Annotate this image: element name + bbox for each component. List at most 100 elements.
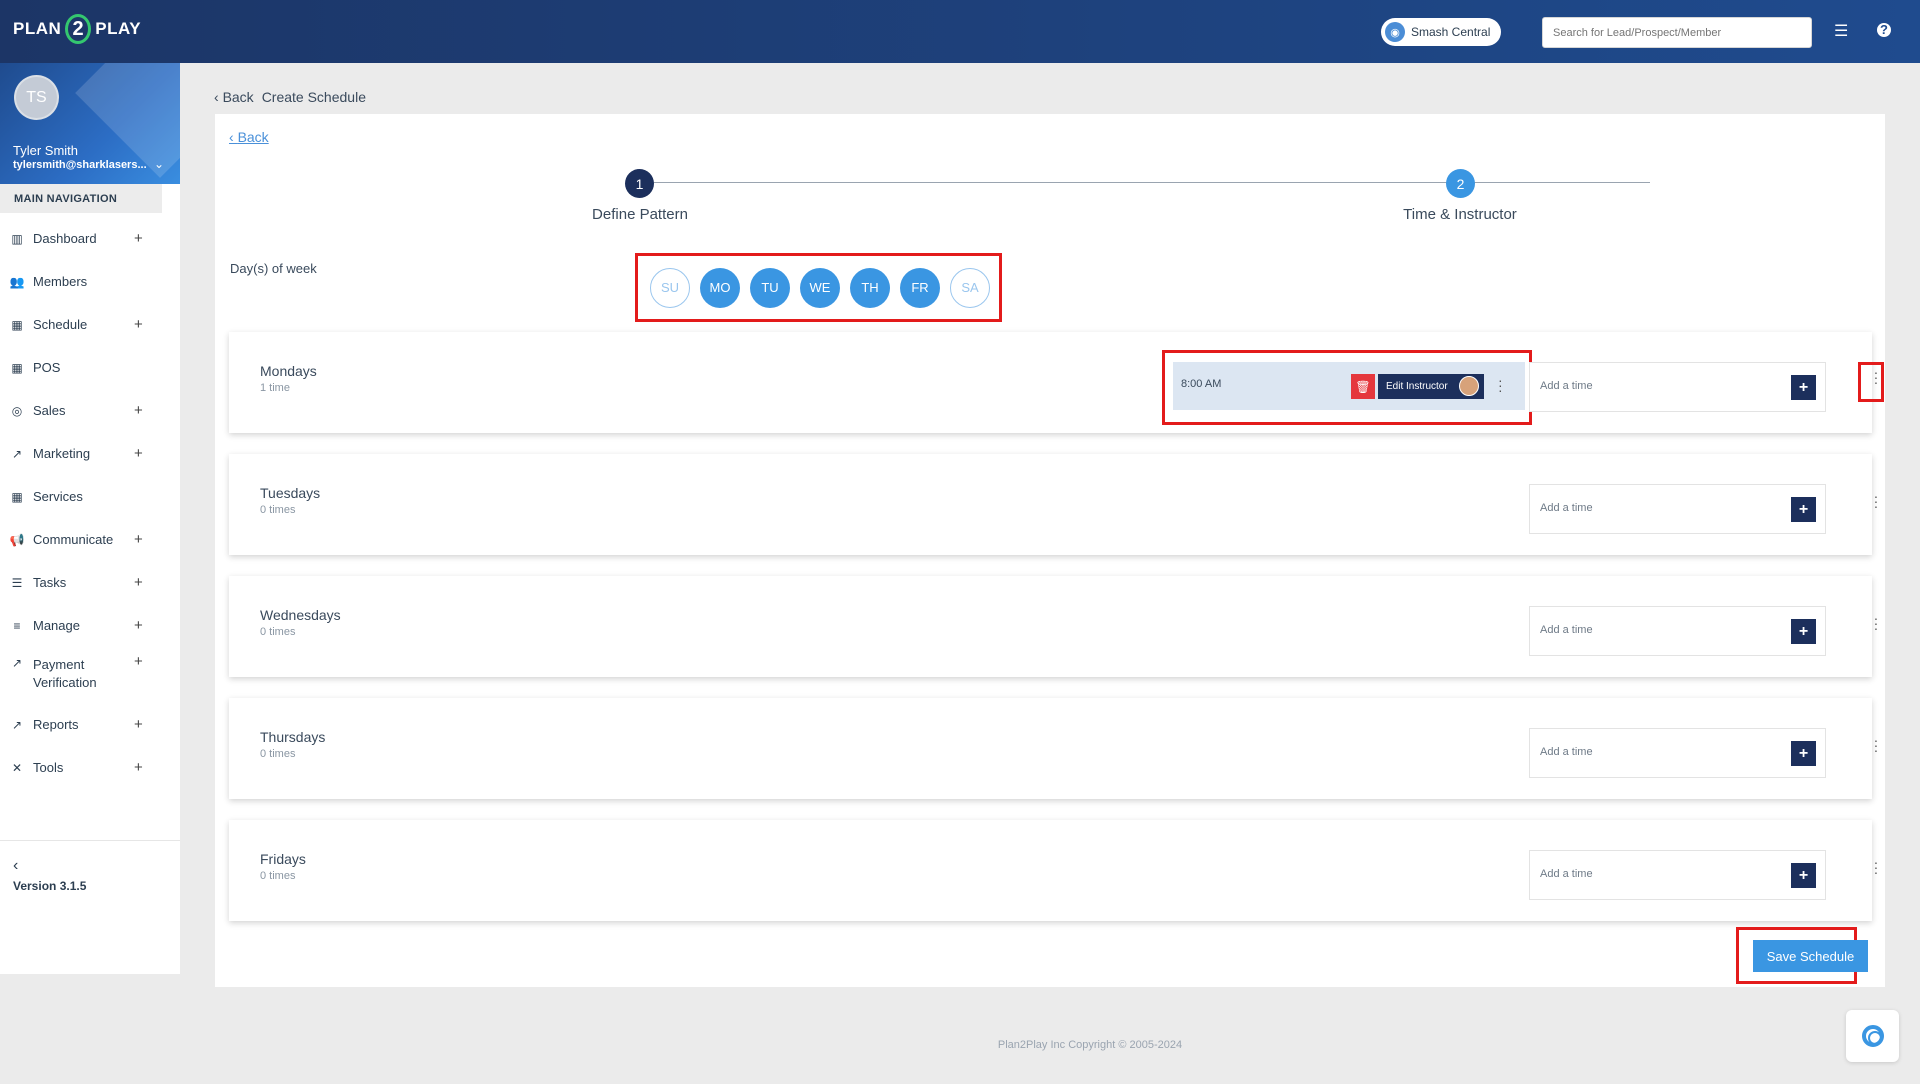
sidebar-item-label: Dashboard [33, 231, 97, 246]
add-time-button[interactable]: + [1791, 741, 1816, 766]
instructor-avatar [1459, 376, 1479, 396]
sidebar-item-manage[interactable]: ≡ Manage + [0, 604, 180, 647]
chevron-down-icon[interactable]: ⌄ [154, 157, 164, 171]
expand-plus-icon[interactable]: + [134, 230, 143, 247]
save-schedule-button[interactable]: Save Schedule [1753, 940, 1868, 972]
day-row-thursday: Thursdays 0 times Add a time + · · · [229, 698, 1878, 799]
add-time-field[interactable]: Add a time + [1529, 850, 1826, 900]
sidebar-item-schedule[interactable]: ▦ Schedule + [0, 303, 180, 346]
breadcrumb: ‹ Back Create Schedule [214, 89, 366, 105]
day-row-name: Tuesdays [260, 485, 321, 501]
sidebar-item-tools[interactable]: ✕ Tools + [0, 746, 180, 789]
sidebar-item-communicate[interactable]: 📢 Communicate + [0, 518, 180, 561]
location-selector[interactable]: ◉ Smash Central [1381, 18, 1502, 46]
edit-instructor-button[interactable]: Edit Instructor [1378, 374, 1484, 399]
sidebar-item-label: Sales [33, 403, 66, 418]
expand-plus-icon[interactable]: + [134, 531, 143, 548]
day-toggle-sa[interactable]: SA [950, 267, 990, 308]
sidebar-item-label: Payment Verification [33, 657, 97, 690]
support-lifebuoy-button[interactable] [1846, 1010, 1899, 1062]
sidebar-item-dashboard[interactable]: ▥ Dashboard + [0, 217, 180, 260]
add-time-field[interactable]: Add a time + [1529, 484, 1826, 534]
trash-icon[interactable]: 🗑 [1351, 374, 1375, 399]
slot-more-icon[interactable]: · · · [1498, 373, 1503, 397]
day-row-count: 0 times [260, 748, 296, 760]
day-toggle-we[interactable]: WE [800, 267, 840, 308]
day-row-count: 0 times [260, 504, 296, 516]
line-chart-icon: ↗ [11, 446, 23, 461]
sidebar-footer: ‹ Version 3.1.5 [0, 840, 180, 974]
add-time-placeholder: Add a time [1540, 868, 1593, 880]
time-slot-time: 8:00 AM [1181, 378, 1222, 390]
sidebar-item-services[interactable]: ▦ Services [0, 475, 180, 518]
sidebar-item-pos[interactable]: ▦ POS [0, 346, 180, 389]
day-toggle-su[interactable]: SU [650, 267, 690, 308]
sidebar-item-label: POS [33, 360, 61, 375]
line-chart-icon: ↗ [11, 717, 23, 732]
expand-plus-icon[interactable]: + [134, 759, 143, 776]
avatar[interactable]: TS [14, 75, 59, 120]
day-toggle-mo[interactable]: MO [700, 267, 740, 308]
add-time-button[interactable]: + [1791, 375, 1816, 400]
day-toggle-th[interactable]: TH [850, 267, 890, 308]
member-search-input[interactable] [1542, 17, 1812, 48]
globe-icon: ◉ [1385, 22, 1405, 42]
sidebar-item-payment-verification[interactable]: ↗ Payment Verification + [0, 647, 180, 703]
sidebar-item-label: Communicate [33, 532, 114, 547]
sidebar-item-label: Schedule [33, 317, 88, 332]
time-slot-highlight: 8:00 AM 🗑 Edit Instructor · · · [1162, 350, 1532, 425]
step-1-circle[interactable]: 1 [625, 169, 654, 198]
sidebar-item-reports[interactable]: ↗ Reports + [0, 703, 180, 746]
sidebar: TS Tyler Smith tylersmith@sharklasers...… [0, 63, 180, 974]
sidebar-item-members[interactable]: 👥 Members [0, 260, 180, 303]
step-2-circle[interactable]: 2 [1446, 169, 1475, 198]
sidebar-item-label: Marketing [33, 446, 91, 461]
bar-chart-icon: ▥ [11, 231, 23, 246]
expand-plus-icon[interactable]: + [134, 653, 143, 670]
hamburger-menu-icon[interactable]: ☰ [1834, 21, 1848, 41]
edit-instructor-label: Edit Instructor [1386, 381, 1448, 392]
add-time-placeholder: Add a time [1540, 380, 1593, 392]
add-time-placeholder: Add a time [1540, 502, 1593, 514]
logo-text-mid: 2 [65, 14, 92, 44]
add-time-button[interactable]: + [1791, 863, 1816, 888]
add-time-button[interactable]: + [1791, 619, 1816, 644]
add-time-field[interactable]: Add a time + [1529, 606, 1826, 656]
menu-icon: ≡ [13, 618, 21, 633]
expand-plus-icon[interactable]: + [134, 574, 143, 591]
chevron-left-icon[interactable]: ‹ [13, 857, 18, 875]
user-name: Tyler Smith [13, 143, 79, 158]
row-more-icon[interactable]: · · · [1870, 611, 1882, 635]
help-icon[interactable]: ? [1877, 23, 1891, 37]
back-link[interactable]: ‹ Back [214, 89, 254, 105]
chevron-left-icon: ‹ [214, 89, 223, 105]
panel-back-label: Back [237, 129, 269, 145]
sidebar-item-tasks[interactable]: ☰ Tasks + [0, 561, 180, 604]
sidebar-item-marketing[interactable]: ↗ Marketing + [0, 432, 180, 475]
day-toggle-tu[interactable]: TU [750, 267, 790, 308]
tools-icon: ✕ [11, 760, 23, 775]
sidebar-item-sales[interactable]: ◎ Sales + [0, 389, 180, 432]
expand-plus-icon[interactable]: + [134, 445, 143, 462]
add-time-field[interactable]: Add a time + [1529, 728, 1826, 778]
expand-plus-icon[interactable]: + [134, 402, 143, 419]
row-more-icon[interactable]: · · · [1870, 365, 1882, 389]
expand-plus-icon[interactable]: + [134, 316, 143, 333]
row-more-icon[interactable]: · · · [1870, 733, 1882, 757]
location-name: Smash Central [1411, 25, 1491, 39]
sidebar-item-label: Reports [33, 717, 79, 732]
day-row-monday: Mondays 1 time 8:00 AM 🗑 Edit Instructor… [229, 332, 1884, 433]
day-toggle-fr[interactable]: FR [900, 267, 940, 308]
panel-back-link[interactable]: ‹ Back [229, 129, 269, 145]
sidebar-item-label: Tools [33, 760, 64, 775]
lifebuoy-icon [1861, 1025, 1884, 1047]
add-time-button[interactable]: + [1791, 497, 1816, 522]
row-more-icon[interactable]: · · · [1870, 855, 1882, 879]
day-row-count: 1 time [260, 382, 290, 394]
expand-plus-icon[interactable]: + [134, 716, 143, 733]
row-more-icon[interactable]: · · · [1870, 489, 1882, 513]
add-time-field[interactable]: Add a time + [1529, 362, 1826, 412]
plan2play-logo[interactable]: PLAN 2 PLAY [13, 14, 141, 44]
version-label: Version 3.1.5 [13, 879, 87, 893]
expand-plus-icon[interactable]: + [134, 617, 143, 634]
